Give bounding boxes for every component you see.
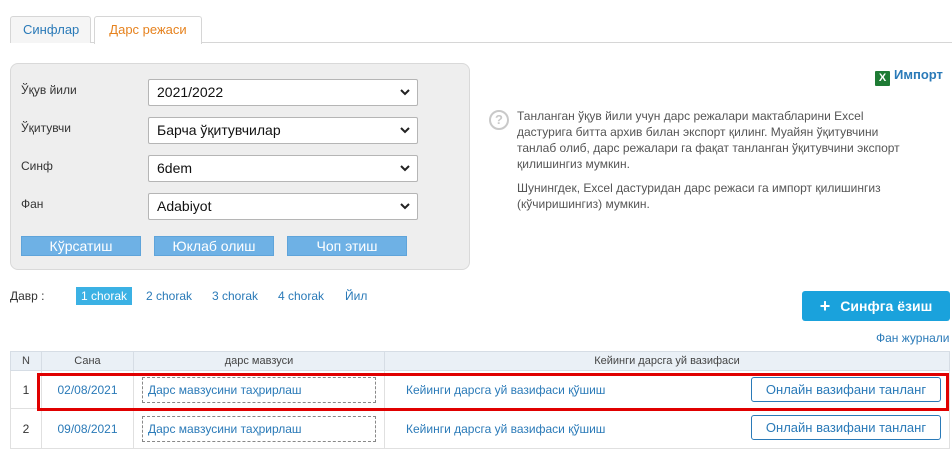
- plus-icon: +: [819, 296, 831, 316]
- question-icon: ?: [489, 110, 509, 130]
- topic-cell: Дарс мавзусини таҳрирлаш: [133, 408, 385, 449]
- header-date: Сана: [41, 351, 134, 371]
- year-value: 2021/2022: [157, 84, 224, 100]
- help-paragraph-2: Шунингдек, Excel дастуридан дарс режаси …: [517, 181, 881, 211]
- class-value: 6dem: [157, 160, 193, 176]
- teacher-value: Барча ўқитувчилар: [157, 122, 281, 138]
- period-item-2-chorak[interactable]: 2 chorak: [141, 287, 197, 305]
- subject-value: Adabiyot: [157, 198, 212, 214]
- period-item-4-chorak[interactable]: 4 chorak: [273, 287, 329, 305]
- help-text: ? Танланган ўқув йили учун дарс режалари…: [489, 108, 919, 212]
- tab-bar: Синфлар Дарс режаси: [10, 16, 952, 44]
- subject-label: Фан: [21, 197, 44, 211]
- select-online-task-button[interactable]: Онлайн вазифани танланг: [751, 377, 941, 402]
- chevron-down-icon: [400, 203, 410, 210]
- add-to-class-button[interactable]: + Синфга ёзиш: [802, 291, 950, 321]
- header-topic: дарс мавзуси: [133, 351, 385, 371]
- chevron-down-icon: [400, 165, 410, 172]
- edit-topic-link[interactable]: Дарс мавзусини таҳрирлаш: [142, 415, 376, 442]
- row-date-link[interactable]: 09/08/2021: [41, 408, 134, 449]
- year-select[interactable]: 2021/2022: [148, 79, 418, 106]
- teacher-select[interactable]: Барча ўқитувчилар: [148, 117, 418, 144]
- class-label: Синф: [21, 159, 53, 173]
- filter-row-teacher: Ўқитувчи Барча ўқитувчилар: [21, 117, 451, 144]
- header-homework: Кейинги дарсга уй вазифаси: [384, 351, 950, 371]
- row-number: 2: [10, 408, 42, 449]
- chevron-down-icon: [400, 89, 410, 96]
- print-button[interactable]: Чоп этиш: [287, 236, 407, 256]
- topic-cell: Дарс мавзусини таҳрирлаш: [133, 370, 385, 409]
- table-row: 1 02/08/2021 Дарс мавзусини таҳрирлаш Ке…: [10, 370, 950, 409]
- filter-row-class: Синф 6dem: [21, 155, 451, 182]
- import-label: Импорт: [894, 67, 943, 82]
- filter-row-year: Ўқув йили 2021/2022: [21, 79, 451, 106]
- period-item-3-chorak[interactable]: 3 chorak: [207, 287, 263, 305]
- teacher-label: Ўқитувчи: [21, 121, 71, 135]
- table-row: 2 09/08/2021 Дарс мавзусини таҳрирлаш Ке…: [10, 408, 950, 449]
- excel-icon: X: [875, 71, 890, 86]
- help-paragraph-1: Танланган ўқув йили учун дарс режалари м…: [517, 109, 900, 171]
- homework-cell: Кейинги дарсга уй вазифаси қўшиш Онлайн …: [384, 370, 950, 409]
- tab-lesson-plan[interactable]: Дарс режаси: [94, 16, 202, 44]
- edit-topic-link[interactable]: Дарс мавзусини таҳрирлаш: [142, 376, 376, 403]
- filter-row-subject: Фан Adabiyot: [21, 193, 451, 220]
- class-select[interactable]: 6dem: [148, 155, 418, 182]
- import-link[interactable]: X Импорт: [875, 67, 943, 86]
- subject-journal-link[interactable]: Фан журнали: [876, 331, 949, 345]
- download-button[interactable]: Юклаб олиш: [154, 236, 274, 256]
- chevron-down-icon: [400, 127, 410, 134]
- subject-select[interactable]: Adabiyot: [148, 193, 418, 220]
- add-homework-link[interactable]: Кейинги дарсга уй вазифаси қўшиш: [406, 383, 605, 397]
- lessons-table: N Сана дарс мавзуси Кейинги дарсга уй ва…: [10, 351, 950, 449]
- row-number: 1: [10, 370, 42, 409]
- homework-cell: Кейинги дарсга уй вазифаси қўшиш Онлайн …: [384, 408, 950, 449]
- table-header-row: N Сана дарс мавзуси Кейинги дарсга уй ва…: [10, 351, 950, 371]
- add-homework-link[interactable]: Кейинги дарсга уй вазифаси қўшиш: [406, 422, 605, 436]
- show-button[interactable]: Кўрсатиш: [21, 236, 141, 256]
- period-item-year[interactable]: Йил: [340, 287, 372, 305]
- select-online-task-button[interactable]: Онлайн вазифани танланг: [751, 415, 941, 440]
- row-date-link[interactable]: 02/08/2021: [41, 370, 134, 409]
- period-label: Давр :: [10, 289, 45, 303]
- filter-panel: Ўқув йили 2021/2022 Ўқитувчи Барча ўқиту…: [10, 63, 470, 270]
- tab-classes[interactable]: Синфлар: [10, 16, 91, 43]
- add-to-class-label: Синфга ёзиш: [840, 298, 933, 314]
- period-item-1-chorak[interactable]: 1 chorak: [76, 287, 133, 305]
- header-n: N: [10, 351, 42, 371]
- year-label: Ўқув йили: [21, 83, 77, 97]
